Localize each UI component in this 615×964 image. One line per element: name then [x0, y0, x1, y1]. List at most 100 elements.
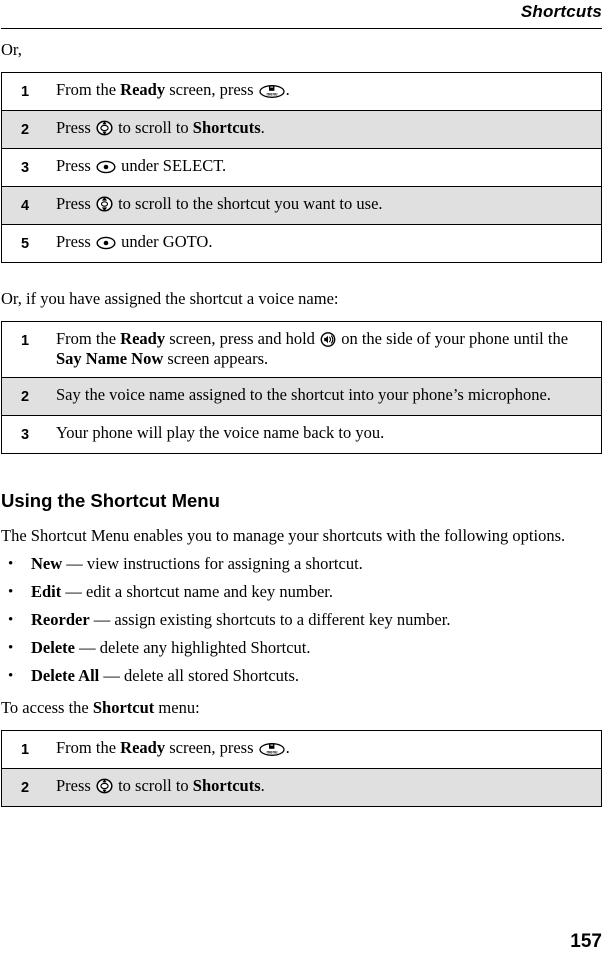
- bullet-icon: •: [8, 584, 14, 600]
- step-text-mid: screen, press: [165, 80, 258, 99]
- step-text-bold: Shortcuts: [192, 776, 261, 795]
- step-text-mid: to scroll to: [113, 776, 193, 795]
- step-text: Your phone will play the voice name back…: [56, 423, 385, 442]
- document-page: Shortcuts Or, 1 From the Ready screen, p…: [0, 0, 615, 964]
- step-text: Press under SELECT.: [54, 149, 602, 187]
- speaker-key-icon: [320, 332, 336, 347]
- table-row: 1 From the Ready screen, press menu.: [1, 731, 602, 769]
- access-bold: Shortcut: [92, 698, 155, 717]
- option-dash: —: [62, 554, 87, 573]
- option-term: Delete All: [31, 666, 100, 685]
- step-text-mid: under GOTO.: [116, 232, 213, 251]
- voice-name-intro: Or, if you have assigned the shortcut a …: [1, 289, 339, 308]
- list-item: • Delete All — delete all stored Shortcut…: [1, 666, 602, 686]
- step-text: Press to scroll to the shortcut you want…: [54, 187, 602, 225]
- step-text-pre: Press: [56, 232, 95, 251]
- step-number: 2: [20, 122, 30, 138]
- step-text-mid: to scroll to: [113, 118, 193, 137]
- step-text-pre: Press: [56, 156, 95, 175]
- step-text-pre: Press: [56, 776, 95, 795]
- step-number: 2: [20, 780, 30, 796]
- table-row: 3 Press under SELECT.: [1, 149, 602, 187]
- step-text-post: on the side of your phone until the: [337, 329, 569, 348]
- list-item: • Reorder — assign existing shortcuts to …: [1, 610, 602, 630]
- step-number: 4: [20, 198, 30, 214]
- list-item: • New — view instructions for assigning a…: [1, 554, 602, 574]
- option-desc: assign existing shortcuts to a different…: [114, 610, 451, 629]
- bullet-icon: •: [8, 668, 14, 684]
- step-text-mid: under SELECT.: [116, 156, 227, 175]
- step-number: 5: [20, 236, 30, 252]
- step-text-bold: Shortcuts: [192, 118, 261, 137]
- table-row: 2 Press to scroll to Shortcuts.: [1, 110, 602, 149]
- step-text-post: .: [285, 80, 290, 99]
- step-text-tail: screen appears.: [163, 349, 269, 368]
- page-title: Shortcuts: [520, 2, 602, 21]
- table-row: 2 Press to scroll to Shortcuts.: [1, 768, 602, 807]
- section-intro: The Shortcut Menu enables you to manage …: [1, 526, 566, 545]
- step-number: 3: [20, 160, 30, 176]
- softkey-icon: [96, 160, 116, 174]
- lead-or-text: Or,: [1, 40, 22, 59]
- table-row: 3 Your phone will play the voice name ba…: [2, 416, 602, 454]
- access-pre: To access the: [1, 698, 93, 717]
- step-text-pre: From the: [56, 80, 121, 99]
- table-row: 1 From the Ready screen, press menu.: [1, 73, 602, 111]
- access-menu-intro: To access the Shortcut menu:: [1, 698, 602, 718]
- page-number: 157: [570, 931, 602, 952]
- option-dash: —: [89, 610, 115, 629]
- table-row: 1 From the Ready screen, press and hold …: [1, 322, 602, 378]
- shortcut-menu-options-list: • New — view instructions for assigning a…: [1, 554, 602, 686]
- option-term: Reorder: [31, 610, 90, 629]
- option-dash: —: [74, 638, 100, 657]
- step-text-pre: From the: [56, 329, 121, 348]
- option-desc: view instructions for assigning a shortc…: [86, 554, 363, 573]
- step-text-pre: Press: [56, 194, 95, 213]
- option-desc: delete any highlighted Shortcut.: [99, 638, 311, 657]
- step-text-mid: screen, press and hold: [165, 329, 320, 348]
- option-desc: edit a shortcut name and key number.: [86, 582, 333, 601]
- header-divider: [1, 28, 602, 29]
- step-text-bold: Ready: [120, 80, 166, 99]
- menu-key-icon: menu: [258, 741, 285, 756]
- step-text-mid: to scroll to the shortcut you want to us…: [113, 194, 383, 213]
- step-text-post: .: [260, 118, 265, 137]
- bullet-icon: •: [8, 612, 14, 628]
- step-text-post: .: [260, 776, 265, 795]
- option-term: Delete: [31, 638, 75, 657]
- step-number: 3: [20, 427, 30, 443]
- svg-text:menu: menu: [266, 91, 277, 96]
- table-row: 2 Say the voice name assigned to the sho…: [1, 377, 602, 416]
- option-term: Edit: [31, 582, 62, 601]
- step-text-pre: Press: [56, 118, 95, 137]
- list-item: • Delete — delete any highlighted Shortcu…: [1, 638, 602, 658]
- section-heading: Using the Shortcut Menu: [1, 490, 220, 511]
- step-text: From the Ready screen, press menu.: [54, 73, 602, 111]
- option-dash: —: [61, 582, 87, 601]
- svg-text:menu: menu: [266, 749, 277, 754]
- scroll-wheel-icon: [96, 778, 113, 794]
- step-text: Press under GOTO.: [54, 225, 602, 263]
- updown-scroll-icon: [96, 196, 113, 212]
- running-header: Shortcuts: [1, 0, 602, 24]
- table-row: 5 Press under GOTO.: [2, 225, 602, 263]
- step-number: 1: [20, 84, 30, 100]
- step-text-bold-2: Say Name Now: [56, 349, 164, 368]
- option-term: New: [31, 554, 63, 573]
- scroll-wheel-icon: [96, 120, 113, 136]
- option-desc: delete all stored Shortcuts.: [124, 666, 300, 685]
- list-item: • Edit — edit a shortcut name and key num…: [1, 582, 602, 602]
- step-text: From the Ready screen, press and hold on…: [54, 322, 602, 378]
- access-post: menu:: [154, 698, 200, 717]
- bullet-icon: •: [8, 640, 14, 656]
- menu-key-icon: menu: [258, 83, 285, 98]
- step-text: Press to scroll to Shortcuts.: [54, 111, 602, 149]
- steps-table-goto: 1 From the Ready screen, press menu. 2 P…: [1, 72, 602, 263]
- table-row: 4 Press to scroll to the shortcut you wa…: [1, 186, 602, 225]
- step-text: Press to scroll to Shortcuts.: [54, 769, 602, 807]
- softkey-icon: [96, 236, 116, 250]
- step-text: From the Ready screen, press menu.: [54, 731, 602, 769]
- option-dash: —: [99, 666, 125, 685]
- step-text-post: .: [285, 738, 290, 757]
- step-number: 2: [20, 389, 30, 405]
